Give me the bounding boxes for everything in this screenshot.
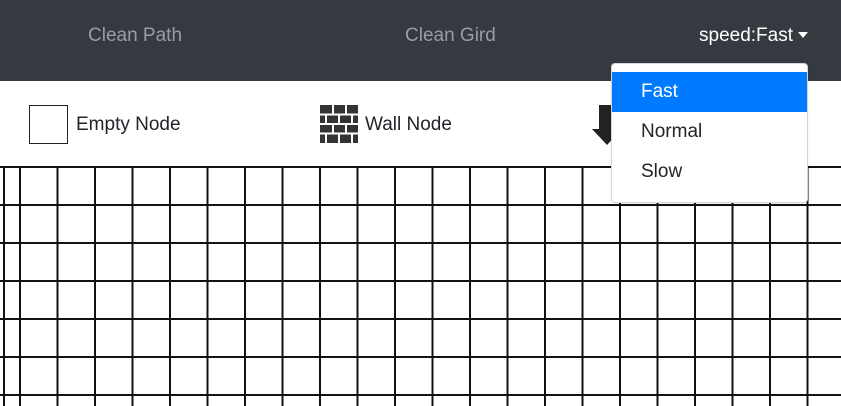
speed-dropdown-toggle[interactable]: speed:Fast	[699, 24, 808, 48]
speed-label: speed:Fast	[699, 25, 793, 46]
empty-node-icon	[29, 105, 68, 144]
wall-node-label: Wall Node	[365, 114, 452, 135]
speed-dropdown-menu: Fast Normal Slow	[611, 63, 808, 203]
speed-option-fast[interactable]: Fast	[612, 72, 807, 112]
speed-option-normal[interactable]: Normal	[612, 112, 807, 152]
clean-path-button[interactable]: Clean Path	[88, 24, 182, 48]
caret-down-icon	[798, 32, 808, 38]
empty-node-label: Empty Node	[76, 114, 181, 135]
brick-wall-icon	[320, 105, 358, 143]
clean-grid-button[interactable]: Clean Gird	[405, 24, 496, 48]
speed-option-slow[interactable]: Slow	[612, 152, 807, 192]
